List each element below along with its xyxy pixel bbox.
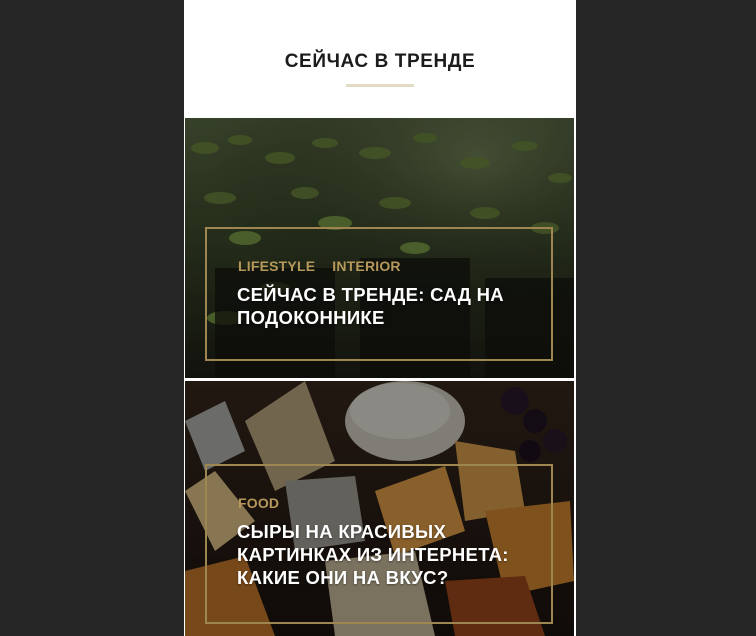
section-header: СЕЙЧАС В ТРЕНДЕ — [184, 0, 576, 118]
article-card-garden[interactable]: LIFESTYLE INTERIOR СЕЙЧАС В ТРЕНДЕ: САД Н… — [185, 118, 574, 378]
card-tags: FOOD — [238, 494, 296, 512]
trending-section: СЕЙЧАС В ТРЕНДЕ LIFESTYLE INTERIOR СЕЙЧА… — [184, 0, 576, 636]
card-title[interactable]: СЫРЫ НА КРАСИВЫХ КАРТИНКАХ ИЗ ИНТЕРНЕТА:… — [237, 520, 537, 589]
title-underline — [346, 84, 414, 87]
card-title[interactable]: СЕЙЧАС В ТРЕНДЕ: САД НА ПОДОКОННИКЕ — [237, 283, 537, 329]
article-card-cheese[interactable]: FOOD СЫРЫ НА КРАСИВЫХ КАРТИНКАХ ИЗ ИНТЕР… — [185, 381, 574, 636]
section-title: СЕЙЧАС В ТРЕНДЕ — [284, 51, 476, 72]
tag-link[interactable]: FOOD — [238, 494, 279, 512]
card-tags: LIFESTYLE INTERIOR — [238, 257, 418, 275]
tag-link[interactable]: LIFESTYLE — [238, 257, 315, 275]
tag-link[interactable]: INTERIOR — [332, 257, 401, 275]
